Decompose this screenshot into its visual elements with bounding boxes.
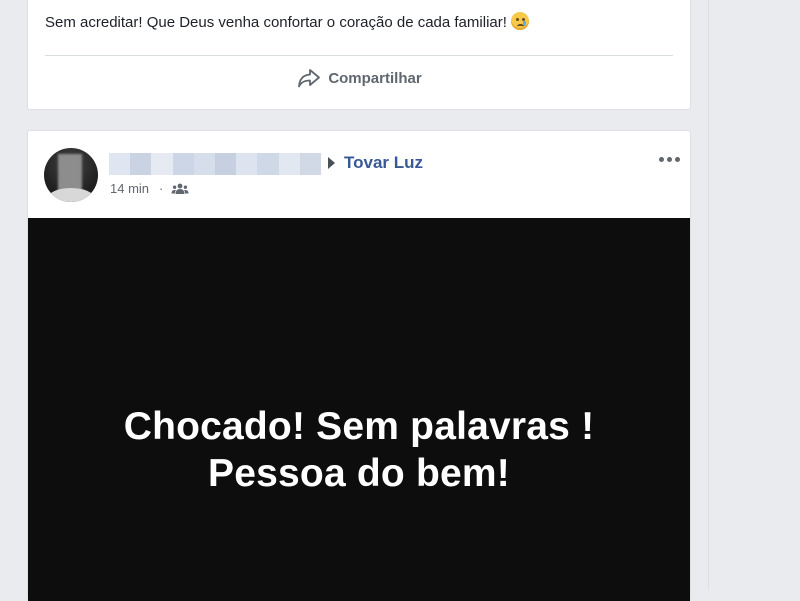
right-sidebar xyxy=(708,0,800,590)
post-image-text-line2: Pessoa do bem! xyxy=(208,452,510,495)
author-avatar[interactable] xyxy=(44,148,98,202)
post-card: Tovar Luz 14 min · Chocado! Sem palavras… xyxy=(27,130,691,601)
post-timestamp[interactable]: 14 min xyxy=(110,181,149,196)
sad-tear-emoji-icon xyxy=(510,12,529,30)
friends-icon[interactable] xyxy=(171,183,189,195)
share-button[interactable]: Compartilhar xyxy=(28,60,690,96)
divider xyxy=(45,55,673,56)
news-feed: Sem acreditar! Que Deus venha confortar … xyxy=(0,0,708,601)
share-label: Compartilhar xyxy=(328,69,422,87)
previous-post-text-content: Sem acreditar! Que Deus venha confortar … xyxy=(45,14,507,31)
post-image[interactable]: Chocado! Sem palavras ! Pessoa do bem! xyxy=(28,218,690,601)
post-image-text: Chocado! Sem palavras ! Pessoa do bem! xyxy=(124,403,595,497)
post-image-text-line1: Chocado! Sem palavras ! xyxy=(123,405,595,448)
separator-dot: · xyxy=(159,181,164,196)
previous-post-card: Sem acreditar! Que Deus venha confortar … xyxy=(27,0,691,110)
previous-post-text: Sem acreditar! Que Deus venha confortar … xyxy=(45,12,529,31)
more-options-icon[interactable] xyxy=(656,149,682,169)
share-arrow-icon xyxy=(298,69,321,88)
arrow-right-icon xyxy=(328,157,335,169)
page-name-link[interactable]: Tovar Luz xyxy=(344,153,423,173)
author-name-blurred[interactable] xyxy=(109,153,322,175)
